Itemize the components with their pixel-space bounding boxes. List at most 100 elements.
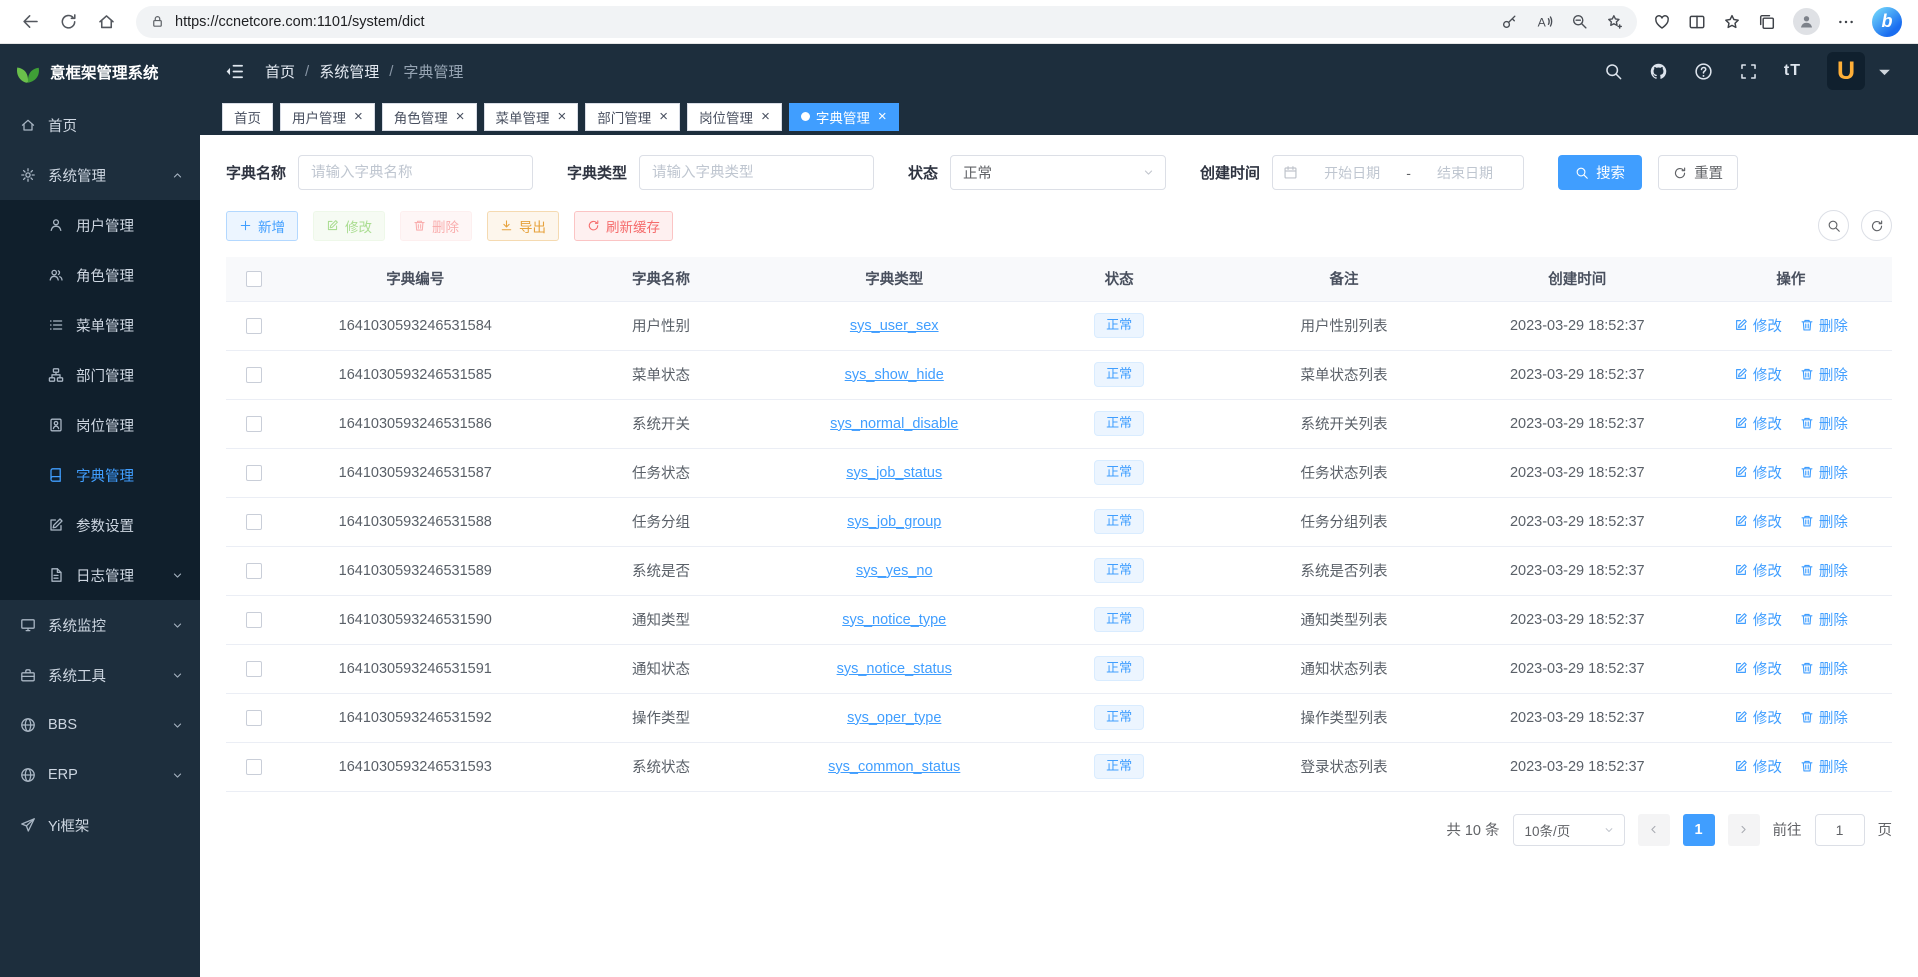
tab-close-icon[interactable]: × — [761, 109, 770, 124]
export-button[interactable]: 导出 — [487, 211, 559, 241]
site-info-icon[interactable] — [150, 14, 165, 29]
add-favorite-icon[interactable] — [1606, 13, 1623, 30]
current-page[interactable]: 1 — [1683, 814, 1715, 846]
delete-row-button[interactable]: 删除 — [1800, 756, 1848, 777]
read-aloud-icon[interactable]: A — [1536, 13, 1553, 30]
reset-button[interactable]: 重置 — [1658, 155, 1738, 190]
tab-menu[interactable]: 菜单管理× — [484, 103, 579, 131]
dict-name-input[interactable] — [298, 155, 533, 190]
dict-type-input[interactable] — [639, 155, 874, 190]
select-all-checkbox[interactable] — [246, 271, 262, 287]
dict-type-link[interactable]: sys_job_status — [846, 465, 942, 481]
browser-back-button[interactable] — [12, 4, 48, 40]
tab-dict[interactable]: 字典管理× — [789, 103, 899, 131]
date-range-picker[interactable]: 开始日期 - 结束日期 — [1272, 155, 1524, 190]
tab-user[interactable]: 用户管理× — [280, 103, 375, 131]
sidebar-item-post[interactable]: 岗位管理 — [0, 400, 200, 450]
edit-row-button[interactable]: 修改 — [1734, 609, 1782, 630]
sidebar-item-tools[interactable]: 系统工具 — [0, 650, 200, 700]
breadcrumb-item[interactable]: 首页 — [265, 61, 295, 82]
add-button[interactable]: 新增 — [226, 211, 298, 241]
row-checkbox[interactable] — [246, 367, 262, 383]
sidebar-item-monitor[interactable]: 系统监控 — [0, 600, 200, 650]
tab-close-icon[interactable]: × — [878, 109, 887, 124]
sidebar-item-yiframe[interactable]: Yi框架 — [0, 800, 200, 850]
toggle-search-button[interactable] — [1818, 210, 1849, 241]
tab-role[interactable]: 角色管理× — [382, 103, 477, 131]
refresh-cache-button[interactable]: 刷新缓存 — [574, 211, 673, 241]
sidebar-item-role[interactable]: 角色管理 — [0, 250, 200, 300]
browser-refresh-button[interactable] — [50, 4, 86, 40]
profile-avatar[interactable] — [1793, 8, 1820, 35]
row-checkbox[interactable] — [246, 563, 262, 579]
favorites-icon[interactable] — [1723, 13, 1741, 31]
dict-type-link[interactable]: sys_notice_status — [837, 661, 952, 677]
delete-row-button[interactable]: 删除 — [1800, 658, 1848, 679]
sidebar-item-home[interactable]: 首页 — [0, 100, 200, 150]
sidebar-fold-icon[interactable] — [224, 61, 245, 82]
dict-type-link[interactable]: sys_oper_type — [847, 710, 941, 726]
help-icon[interactable] — [1694, 62, 1713, 81]
edit-row-button[interactable]: 修改 — [1734, 511, 1782, 532]
delete-button[interactable]: 删除 — [400, 211, 472, 241]
url-text[interactable]: https://ccnetcore.com:1101/system/dict — [175, 14, 1491, 30]
edit-row-button[interactable]: 修改 — [1734, 462, 1782, 483]
next-page-button[interactable] — [1728, 814, 1760, 846]
sidebar-item-system[interactable]: 系统管理 — [0, 150, 200, 200]
prev-page-button[interactable] — [1638, 814, 1670, 846]
edit-row-button[interactable]: 修改 — [1734, 560, 1782, 581]
browser-essentials-icon[interactable] — [1653, 13, 1671, 31]
fullscreen-icon[interactable] — [1739, 62, 1758, 81]
sidebar-item-menu[interactable]: 菜单管理 — [0, 300, 200, 350]
zoom-out-icon[interactable] — [1571, 13, 1588, 30]
dict-type-link[interactable]: sys_job_group — [847, 514, 941, 530]
row-checkbox[interactable] — [246, 661, 262, 677]
status-select[interactable]: 正常 — [950, 155, 1166, 190]
header-search-icon[interactable] — [1604, 62, 1623, 81]
dict-type-link[interactable]: sys_yes_no — [856, 563, 933, 579]
sidebar-item-erp[interactable]: ERP — [0, 750, 200, 800]
breadcrumb-item[interactable]: 系统管理 — [319, 61, 379, 82]
dict-type-link[interactable]: sys_notice_type — [842, 612, 946, 628]
delete-row-button[interactable]: 删除 — [1800, 462, 1848, 483]
sidebar-item-bbs[interactable]: BBS — [0, 700, 200, 750]
row-checkbox[interactable] — [246, 416, 262, 432]
settings-menu-icon[interactable] — [1837, 13, 1855, 31]
split-screen-icon[interactable] — [1688, 13, 1706, 31]
tab-close-icon[interactable]: × — [354, 109, 363, 124]
font-size-icon[interactable]: tT — [1784, 62, 1801, 80]
edit-row-button[interactable]: 修改 — [1734, 756, 1782, 777]
user-avatar[interactable]: U — [1827, 52, 1865, 90]
page-size-select[interactable]: 10条/页 — [1513, 814, 1625, 846]
copilot-icon[interactable]: b — [1872, 7, 1902, 37]
dict-type-link[interactable]: sys_show_hide — [845, 367, 944, 383]
sidebar-item-user[interactable]: 用户管理 — [0, 200, 200, 250]
row-checkbox[interactable] — [246, 710, 262, 726]
row-checkbox[interactable] — [246, 514, 262, 530]
tab-close-icon[interactable]: × — [659, 109, 668, 124]
sidebar-item-param[interactable]: 参数设置 — [0, 500, 200, 550]
edit-row-button[interactable]: 修改 — [1734, 707, 1782, 728]
row-checkbox[interactable] — [246, 318, 262, 334]
github-icon[interactable] — [1649, 62, 1668, 81]
delete-row-button[interactable]: 删除 — [1800, 315, 1848, 336]
edit-button[interactable]: 修改 — [313, 211, 385, 241]
row-checkbox[interactable] — [246, 612, 262, 628]
password-key-icon[interactable] — [1501, 13, 1518, 30]
sidebar-item-log[interactable]: 日志管理 — [0, 550, 200, 600]
search-button[interactable]: 搜索 — [1558, 155, 1642, 190]
refresh-table-button[interactable] — [1861, 210, 1892, 241]
edit-row-button[interactable]: 修改 — [1734, 658, 1782, 679]
delete-row-button[interactable]: 删除 — [1800, 413, 1848, 434]
row-checkbox[interactable] — [246, 759, 262, 775]
address-bar[interactable]: https://ccnetcore.com:1101/system/dict A — [136, 6, 1637, 38]
dict-type-link[interactable]: sys_common_status — [828, 759, 960, 775]
delete-row-button[interactable]: 删除 — [1800, 364, 1848, 385]
browser-home-button[interactable] — [88, 4, 124, 40]
edit-row-button[interactable]: 修改 — [1734, 413, 1782, 434]
delete-row-button[interactable]: 删除 — [1800, 707, 1848, 728]
edit-row-button[interactable]: 修改 — [1734, 364, 1782, 385]
sidebar-item-dict[interactable]: 字典管理 — [0, 450, 200, 500]
tab-close-icon[interactable]: × — [558, 109, 567, 124]
tab-home[interactable]: 首页 — [222, 103, 273, 131]
